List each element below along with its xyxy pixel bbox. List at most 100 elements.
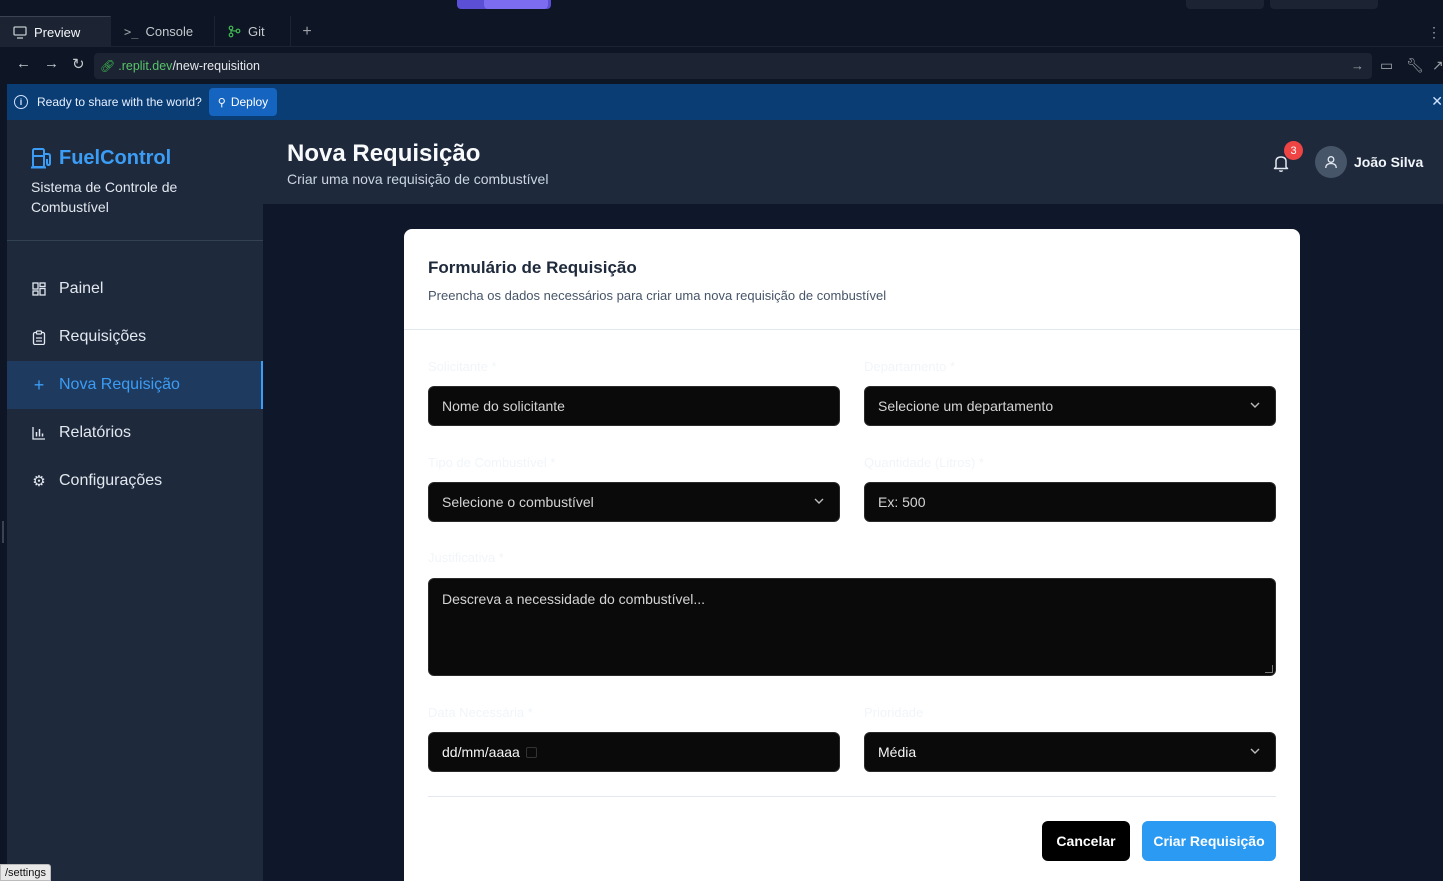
address-bar: ← → ↻ 🔗︎ .replit.dev/new-requisition → ▭… xyxy=(0,47,1443,84)
requisition-form-card: Formulário de Requisição Preencha os dad… xyxy=(404,229,1300,881)
tab-preview[interactable]: Preview xyxy=(0,16,111,47)
left-pane-edge xyxy=(0,84,7,881)
priority-value: Média xyxy=(878,744,917,760)
avatar[interactable] xyxy=(1315,146,1347,178)
divider xyxy=(7,240,263,241)
quantity-label: Quantidade (Litros) * xyxy=(864,455,984,470)
sidebar-item-relatorios[interactable]: Relatórios xyxy=(7,409,263,457)
requester-placeholder: Nome do solicitante xyxy=(442,398,565,414)
more-options-icon[interactable]: ⋮ xyxy=(1427,24,1441,41)
top-control[interactable] xyxy=(1186,0,1264,9)
resize-grip-icon[interactable] xyxy=(1265,665,1273,673)
plus-icon: + xyxy=(33,374,45,395)
link-icon: 🔗︎ xyxy=(100,59,116,73)
reload-icon[interactable]: ↻ xyxy=(72,55,85,73)
brand-subtitle: Sistema de Controle de Combustível xyxy=(31,179,178,215)
screen: Preview >_ Console Git + ⋮ ← → ↻ 🔗︎ .rep… xyxy=(0,0,1443,881)
deploy-label: Deploy xyxy=(230,95,269,109)
deploy-banner: i Ready to share with the world? ⚲ Deplo… xyxy=(7,84,1443,120)
top-control[interactable] xyxy=(1270,0,1378,9)
justification-textarea[interactable]: Descreva a necessidade do combustível... xyxy=(428,578,1276,676)
sidebar-item-requisicoes[interactable]: Requisições xyxy=(7,313,263,361)
calendar-icon[interactable] xyxy=(525,746,537,758)
chevron-down-icon xyxy=(1250,748,1260,754)
user-name[interactable]: João Silva xyxy=(1354,154,1423,170)
brand-name: FuelControl xyxy=(59,146,172,169)
chevron-down-icon xyxy=(814,498,824,504)
deploy-message: Ready to share with the world? xyxy=(37,95,202,109)
external-link-icon[interactable]: ↗ xyxy=(1432,57,1443,74)
tab-label: Git xyxy=(248,24,265,39)
quantity-placeholder: Ex: 500 xyxy=(878,494,926,510)
tab-label: Console xyxy=(145,24,194,39)
date-needed-label: Data Necessária * xyxy=(428,705,533,720)
sidebar-item-label: Requisições xyxy=(59,328,147,345)
department-label: Departamento * xyxy=(864,359,956,374)
bar-chart-icon xyxy=(32,426,46,440)
sidebar-item-painel[interactable]: Painel xyxy=(7,265,263,313)
sidebar: FuelControl Sistema de Controle de Combu… xyxy=(7,120,263,881)
notification-badge: 3 xyxy=(1284,141,1303,160)
rocket-icon: ⚲ xyxy=(217,96,226,109)
justification-label: Justificativa * xyxy=(428,550,504,565)
sidebar-nav: Painel Requisições + Nova Requisição Rel… xyxy=(7,265,263,505)
date-placeholder: dd/mm/aaaa xyxy=(442,744,520,760)
user-icon xyxy=(1325,156,1337,169)
divider xyxy=(428,796,1276,797)
fuel-pump-icon xyxy=(31,148,51,169)
justification-placeholder: Descreva a necessidade do combustível... xyxy=(442,591,706,607)
resize-handle[interactable] xyxy=(2,521,4,543)
form-description: Preencha os dados necessários para criar… xyxy=(428,288,887,303)
form-title: Formulário de Requisição xyxy=(428,258,637,277)
sidebar-item-nova-requisicao[interactable]: + Nova Requisição xyxy=(7,361,263,409)
devices-icon[interactable]: ▭ xyxy=(1380,57,1393,74)
create-requisition-button[interactable]: Criar Requisição xyxy=(1142,821,1276,861)
page-subtitle: Criar uma nova requisição de combustível xyxy=(287,171,549,187)
close-icon[interactable]: ✕ xyxy=(1431,93,1443,110)
sidebar-item-label: Relatórios xyxy=(59,424,132,441)
clipboard-icon xyxy=(32,329,46,345)
tab-label: Preview xyxy=(34,24,81,40)
url-path: /new-requisition xyxy=(172,59,260,73)
date-needed-input[interactable]: dd/mm/aaaa xyxy=(428,732,840,772)
deploy-button[interactable]: ⚲ Deploy xyxy=(208,88,278,116)
url-host: .replit.dev xyxy=(118,59,173,73)
forward-arrow-icon[interactable]: → xyxy=(44,55,59,72)
department-select[interactable]: Selecione um departamento xyxy=(864,386,1276,426)
tab-console[interactable]: >_ Console xyxy=(111,16,215,47)
pane-tab-bar: Preview >_ Console Git + xyxy=(0,16,1443,47)
open-arrow-icon[interactable]: → xyxy=(1351,58,1364,73)
fuel-type-label: Tipo de Combustível * xyxy=(428,455,556,470)
fuel-type-select[interactable]: Selecione o combustível xyxy=(428,482,840,522)
url-input[interactable]: 🔗︎ .replit.dev/new-requisition → xyxy=(94,53,1372,79)
page-title: Nova Requisição xyxy=(287,140,481,167)
chevron-down-icon xyxy=(1250,402,1260,408)
monitor-icon xyxy=(13,25,27,39)
sidebar-item-configuracoes[interactable]: ⚙ Configurações xyxy=(7,457,263,505)
priority-label: Prioridade xyxy=(864,705,924,720)
gear-icon: ⚙ xyxy=(32,473,46,490)
page-header: Nova Requisição Criar uma nova requisiçã… xyxy=(263,120,1443,204)
quantity-input[interactable]: Ex: 500 xyxy=(864,482,1276,522)
wrench-icon[interactable]: 🔧︎ xyxy=(1406,57,1424,74)
tab-git[interactable]: Git xyxy=(215,16,291,47)
department-placeholder: Selecione um departamento xyxy=(878,398,1054,414)
sidebar-item-label: Configurações xyxy=(59,472,163,489)
workspace-pill-inner xyxy=(484,0,548,9)
brand[interactable]: FuelControl xyxy=(31,146,171,170)
info-icon: i xyxy=(14,95,28,109)
sidebar-item-label: Nova Requisição xyxy=(59,376,180,393)
requester-label: Solicitante * xyxy=(428,359,497,374)
fuel-type-placeholder: Selecione o combustível xyxy=(442,494,594,510)
requester-input[interactable]: Nome do solicitante xyxy=(428,386,840,426)
back-arrow-icon[interactable]: ← xyxy=(16,55,31,72)
status-bar-url: /settings xyxy=(0,864,51,881)
grid-icon xyxy=(32,282,46,296)
cancel-button[interactable]: Cancelar xyxy=(1042,821,1130,861)
sidebar-item-label: Painel xyxy=(59,280,104,297)
priority-select[interactable]: Média xyxy=(864,732,1276,772)
git-icon xyxy=(228,25,241,38)
replit-top-strip xyxy=(0,0,1443,16)
terminal-icon: >_ xyxy=(124,24,139,39)
new-tab-button[interactable]: + xyxy=(291,16,323,47)
